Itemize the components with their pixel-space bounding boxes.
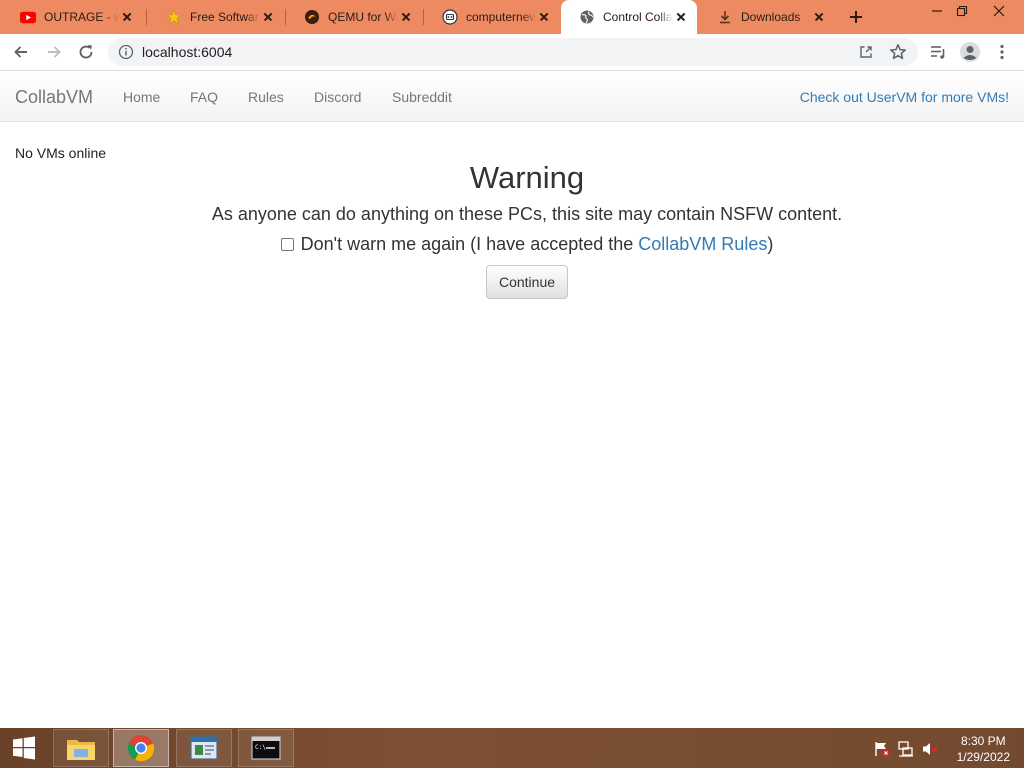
nav-subreddit[interactable]: Subreddit xyxy=(392,89,452,105)
tab-label: Downloads xyxy=(741,10,801,24)
more-menu-icon[interactable] xyxy=(990,40,1014,64)
tab-free-software[interactable]: Free Software xyxy=(148,0,284,34)
tab-label: Free Software xyxy=(190,10,260,24)
close-icon[interactable] xyxy=(811,9,825,25)
network-icon[interactable] xyxy=(897,740,915,758)
windows-taskbar: C:\ xyxy=(0,728,1024,768)
vm-status-text: No VMs online xyxy=(15,145,107,161)
restore-icon[interactable] xyxy=(945,0,979,22)
dont-warn-row: Don't warn me again (I have accepted the… xyxy=(0,232,1024,256)
address-bar[interactable]: localhost:6004 xyxy=(108,38,918,66)
qemu-icon xyxy=(304,9,320,25)
nav-home[interactable]: Home xyxy=(123,89,160,105)
site-navbar: CollabVM Home FAQ Rules Discord Subreddi… xyxy=(0,71,1024,122)
tab-downloads[interactable]: Downloads xyxy=(699,0,835,34)
nav-discord[interactable]: Discord xyxy=(314,89,361,105)
app-window-icon[interactable] xyxy=(176,729,232,767)
checkbox-label-after: ) xyxy=(767,234,774,254)
close-icon[interactable] xyxy=(536,9,550,25)
globe-icon xyxy=(579,9,595,25)
chrome-icon[interactable] xyxy=(113,729,169,767)
system-clock[interactable]: 8:30 PM 1/29/2022 xyxy=(957,733,1010,765)
forward-arrow-icon[interactable] xyxy=(42,40,66,64)
clock-date: 1/29/2022 xyxy=(956,750,1010,764)
nav-rules[interactable]: Rules xyxy=(248,89,284,105)
window-close-icon[interactable] xyxy=(982,0,1016,22)
command-prompt-icon[interactable]: C:\ xyxy=(238,729,294,767)
share-icon[interactable] xyxy=(858,44,874,60)
dont-warn-checkbox[interactable] xyxy=(280,237,294,251)
close-icon[interactable] xyxy=(398,9,412,25)
tab-label: QEMU for Wi xyxy=(328,10,398,24)
clock-time: 8:30 PM xyxy=(960,734,1006,748)
close-icon[interactable] xyxy=(673,9,687,25)
nsfw-warning-panel: Warning As anyone can do anything on the… xyxy=(0,160,1024,299)
tab-computernewb[interactable]: computernew xyxy=(424,0,560,34)
close-icon[interactable] xyxy=(260,9,274,25)
star-icon xyxy=(166,9,182,25)
media-queue-icon[interactable] xyxy=(926,40,950,64)
youtube-icon xyxy=(20,9,36,25)
checkbox-label-before: Don't warn me again (I have accepted the xyxy=(300,234,639,254)
tab-separator xyxy=(146,9,147,25)
volume-muted-icon[interactable] xyxy=(921,740,939,758)
new-tab-plus-icon[interactable] xyxy=(846,7,866,27)
browser-tab-strip: OUTRAGE - w Free Software QEMU for Wi co… xyxy=(0,0,1024,34)
tab-outrage[interactable]: OUTRAGE - w xyxy=(2,0,144,34)
navbar-brand[interactable]: CollabVM xyxy=(15,87,93,108)
download-icon xyxy=(717,9,733,25)
collabvm-rules-link[interactable]: CollabVM Rules xyxy=(638,232,767,256)
start-icon[interactable] xyxy=(0,729,48,767)
uservm-link[interactable]: Check out UserVM for more VMs! xyxy=(800,89,1009,105)
tab-control-collabvm[interactable]: Control Colla xyxy=(561,0,697,34)
continue-button[interactable]: Continue xyxy=(485,265,569,299)
reload-icon[interactable] xyxy=(74,40,98,64)
nav-faq[interactable]: FAQ xyxy=(190,89,218,105)
svg-text:C:\: C:\ xyxy=(255,744,266,751)
action-center-flag-icon[interactable] xyxy=(873,740,891,758)
bookmark-star-icon[interactable] xyxy=(886,40,910,64)
robot-icon xyxy=(442,9,458,25)
url-text: localhost:6004 xyxy=(142,44,233,60)
warning-title: Warning xyxy=(469,160,585,195)
warning-message: As anyone can do anything on these PCs, … xyxy=(211,204,843,224)
tab-qemu[interactable]: QEMU for Wi xyxy=(286,0,422,34)
file-explorer-icon[interactable] xyxy=(53,729,109,767)
info-icon[interactable] xyxy=(118,44,134,60)
tab-label: OUTRAGE - w xyxy=(44,10,119,24)
close-icon[interactable] xyxy=(119,9,134,25)
browser-toolbar: localhost:6004 xyxy=(0,34,1024,71)
back-arrow-icon[interactable] xyxy=(9,40,33,64)
tab-label: computernew xyxy=(466,10,536,24)
profile-avatar-icon[interactable] xyxy=(958,40,982,64)
tab-label: Control Colla xyxy=(603,10,673,24)
